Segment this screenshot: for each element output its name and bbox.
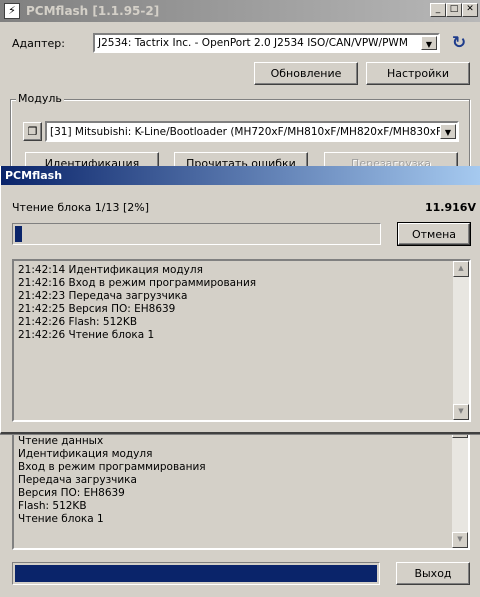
minimize-button[interactable]: _ <box>430 3 446 17</box>
list-item: Чтение данных <box>18 435 104 447</box>
dialog-progress-fill <box>15 226 22 242</box>
lightning-icon: ⚡ <box>4 3 20 19</box>
module-group-label: Модуль <box>16 92 64 105</box>
window-icon[interactable]: ❐ <box>23 122 42 141</box>
list-item: Идентификация модуля <box>18 448 153 460</box>
window-title: PCMflash [1.1.95-2] <box>26 4 160 18</box>
chevron-down-icon[interactable]: ▼ <box>440 124 456 139</box>
voltage-readout: 11.916V <box>425 201 476 214</box>
module-select-value: [31] Mitsubishi: K-Line/Bootloader (MH72… <box>50 125 447 138</box>
scroll-down-icon[interactable]: ▼ <box>453 404 469 420</box>
dialog-progress-bar <box>12 223 381 245</box>
list-item: 21:42:25 Версия ПО: EH8639 <box>18 303 176 315</box>
list-item: 21:42:16 Вход в режим программирования <box>18 277 257 289</box>
cancel-button[interactable]: Отмена <box>397 222 471 246</box>
list-item: 21:42:14 Идентификация модуля <box>18 264 203 276</box>
scroll-up-icon[interactable]: ▲ <box>453 261 469 277</box>
dialog-status: Чтение блока 1/13 [2%] <box>12 201 149 214</box>
main-progress-fill <box>15 565 377 582</box>
dialog-log-scrollbar[interactable]: ▲ ▼ <box>453 261 469 420</box>
refresh-icon[interactable]: ↻ <box>450 33 468 53</box>
main-window-titlebar[interactable]: ⚡ PCMflash [1.1.95-2] _ □ ✕ <box>0 0 480 22</box>
maximize-button[interactable]: □ <box>446 3 462 17</box>
list-item: 21:42:26 Чтение блока 1 <box>18 329 155 341</box>
main-log-list[interactable]: Чтение данных Идентификация модуля Вход … <box>12 420 470 550</box>
settings-button[interactable]: Настройки <box>366 62 470 85</box>
exit-button[interactable]: Выход <box>396 562 470 585</box>
main-log-scrollbar[interactable]: ▲ ▼ <box>452 422 468 548</box>
list-item: Версия ПО: EH8639 <box>18 487 125 499</box>
adapter-select[interactable]: J2534: Tactrix Inc. - OpenPort 2.0 J2534… <box>93 33 440 53</box>
adapter-select-value: J2534: Tactrix Inc. - OpenPort 2.0 J2534… <box>98 37 408 49</box>
list-item: Вход в режим программирования <box>18 461 206 473</box>
chevron-down-icon[interactable]: ▼ <box>421 36 437 50</box>
close-button[interactable]: ✕ <box>462 3 478 17</box>
list-item: Передача загрузчика <box>18 474 137 486</box>
update-button[interactable]: Обновление <box>254 62 358 85</box>
adapter-label: Адаптер: <box>12 37 65 50</box>
list-item: 21:42:26 Flash: 512KB <box>18 316 138 328</box>
list-item: 21:42:23 Передача загрузчика <box>18 290 188 302</box>
main-progress-bar <box>12 562 380 585</box>
list-item: Чтение блока 1 <box>18 513 104 525</box>
dialog-log-list[interactable]: 21:42:14 Идентификация модуля 21:42:16 В… <box>12 259 471 422</box>
scroll-down-icon[interactable]: ▼ <box>452 532 468 548</box>
list-item: Flash: 512KB <box>18 500 87 512</box>
progress-dialog: PCMflash Чтение блока 1/13 [2%] 11.916V … <box>0 166 480 434</box>
dialog-title: PCMflash <box>5 169 63 182</box>
module-select[interactable]: [31] Mitsubishi: K-Line/Bootloader (MH72… <box>45 121 459 142</box>
dialog-titlebar[interactable]: PCMflash <box>1 166 480 185</box>
